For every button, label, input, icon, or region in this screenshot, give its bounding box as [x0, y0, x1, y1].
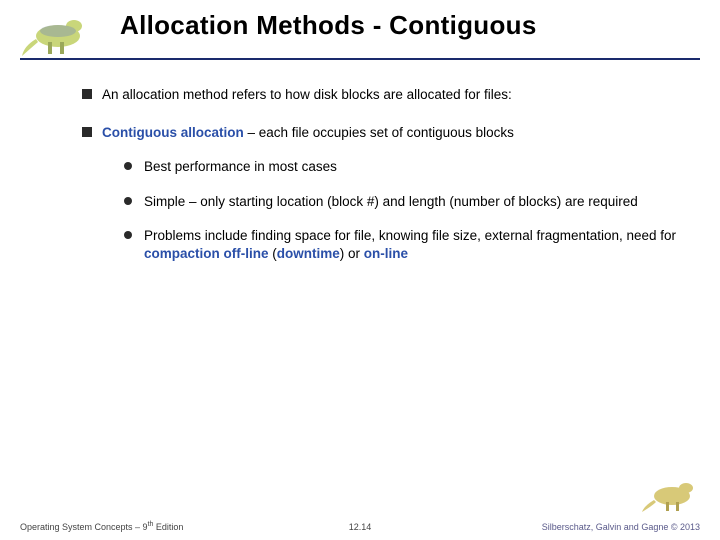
sub-bullet-text: Best performance in most cases — [144, 159, 337, 174]
dot-bullet-icon — [124, 197, 132, 205]
footer-copyright: Silberschatz, Galvin and Gagne © 2013 — [542, 522, 700, 532]
divider — [20, 58, 700, 60]
sub-bullet-item: Best performance in most cases — [102, 158, 680, 176]
bullet-item: Contiguous allocation – each file occupi… — [82, 124, 680, 263]
sub-bullet-item: Problems include finding space for file,… — [102, 227, 680, 263]
sub-bullet-text: Simple – only starting location (block #… — [144, 194, 638, 209]
sub-bullet-text: ( — [269, 246, 277, 261]
bullet-item: An allocation method refers to how disk … — [82, 86, 680, 104]
sub-bullet-text: ) or — [340, 246, 364, 261]
footer-text: Operating System Concepts – 9 — [20, 522, 148, 532]
content-body: An allocation method refers to how disk … — [82, 86, 680, 283]
sub-list: Best performance in most cases Simple – … — [102, 158, 680, 263]
footer: Operating System Concepts – 9th Edition … — [20, 521, 700, 532]
term-downtime: downtime — [277, 246, 340, 261]
term-contiguous: Contiguous allocation — [102, 125, 244, 140]
bullet-text: An allocation method refers to how disk … — [102, 87, 512, 102]
dot-bullet-icon — [124, 162, 132, 170]
bullet-text: – each file occupies set of contiguous b… — [244, 125, 514, 140]
page-title: Allocation Methods - Contiguous — [120, 10, 720, 41]
header: Allocation Methods - Contiguous — [0, 0, 720, 49]
footer-left: Operating System Concepts – 9th Edition — [20, 521, 183, 532]
footer-text: Edition — [153, 522, 183, 532]
term-compaction: compaction off-line — [144, 246, 269, 261]
sub-bullet-item: Simple – only starting location (block #… — [102, 193, 680, 211]
dot-bullet-icon — [124, 231, 132, 239]
term-online: on-line — [364, 246, 408, 261]
dinosaur-footer-icon — [642, 476, 698, 512]
square-bullet-icon — [82, 127, 92, 137]
sub-bullet-text: Problems include finding space for file,… — [144, 228, 676, 243]
slide: Allocation Methods - Contiguous An alloc… — [0, 0, 720, 540]
slide-number: 12.14 — [349, 522, 372, 532]
square-bullet-icon — [82, 89, 92, 99]
